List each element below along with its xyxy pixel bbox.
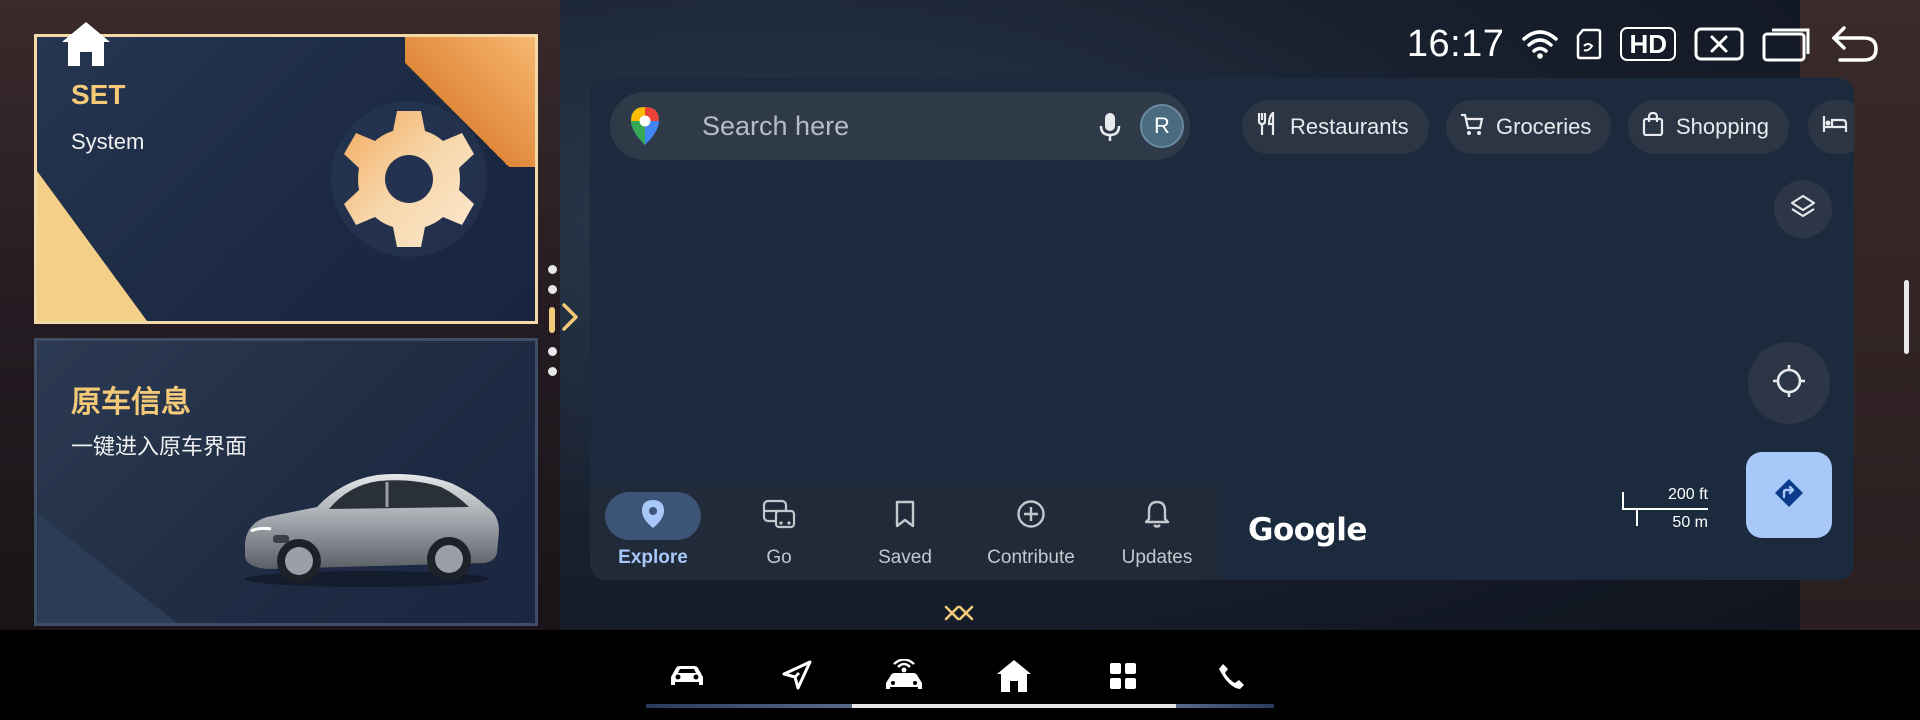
layers-button[interactable] [1774, 180, 1832, 238]
settings-card[interactable]: SET System [34, 34, 538, 324]
scale-line [1622, 508, 1708, 510]
sd-card-icon [1576, 28, 1602, 60]
bell-icon [1144, 499, 1170, 534]
plus-circle-icon [1016, 499, 1046, 534]
wifi-icon [1522, 29, 1559, 59]
home-icon[interactable] [988, 656, 1040, 696]
phone-icon[interactable] [1206, 656, 1258, 696]
google-logo: Google [1248, 512, 1367, 548]
nav-pill [1109, 492, 1205, 540]
map-scale: 200 ft 50 m [1622, 486, 1708, 536]
collapse-icon[interactable] [944, 604, 974, 627]
chip-label: Groceries [1496, 114, 1592, 139]
nav-contribute[interactable]: Contribute [968, 486, 1094, 580]
bed-icon [1822, 114, 1848, 140]
back-icon[interactable] [1830, 24, 1880, 64]
dock-indicator [1176, 704, 1274, 708]
card-title: 原车信息 [71, 386, 191, 419]
dock-indicator [646, 704, 852, 708]
card-subtitle: System [71, 129, 145, 154]
nav-label: Saved [878, 547, 932, 568]
shopping-bag-icon [1642, 111, 1664, 142]
google-maps-pin-icon [630, 106, 660, 151]
search-bar[interactable]: Search here R [610, 92, 1190, 160]
scale-tick [1622, 492, 1624, 510]
dock-active-indicator [852, 704, 1176, 708]
restaurant-icon [1256, 110, 1278, 142]
nav-label: Go [766, 547, 792, 568]
handle-bar [549, 307, 555, 333]
cart-icon [1460, 112, 1484, 142]
panel-resize-handle[interactable] [544, 265, 580, 380]
nav-pill [605, 492, 701, 540]
scale-tick [1636, 508, 1638, 526]
my-location-button[interactable] [1748, 342, 1830, 424]
handle-dot [548, 347, 557, 356]
nav-label: Explore [618, 547, 688, 568]
nav-explore[interactable]: Explore [590, 486, 716, 580]
car-image [237, 461, 507, 591]
nav-pill [731, 492, 827, 540]
home-icon[interactable] [60, 20, 112, 68]
scale-feet: 200 ft [1667, 486, 1708, 503]
status-bar: 16:17 HD [1407, 18, 1880, 70]
microphone-icon[interactable] [1098, 112, 1122, 147]
scroll-indicator[interactable] [1904, 280, 1909, 354]
avatar[interactable]: R [1140, 104, 1184, 148]
clock: 16:17 [1406, 22, 1505, 65]
handle-dot [548, 285, 557, 294]
handle-dot [548, 367, 557, 376]
handle-dot [548, 265, 557, 274]
search-input[interactable]: Search here [702, 111, 849, 142]
car-icon[interactable] [661, 656, 713, 696]
card-title: SET [71, 79, 126, 110]
nav-pill [983, 492, 1079, 540]
car-sensor-icon[interactable] [878, 656, 930, 696]
nav-label: Updates [1121, 547, 1193, 568]
gear-icon [329, 99, 489, 259]
bottom-navigation: Explore Go Saved Contribute Updates [590, 486, 1222, 580]
card-decoration [37, 171, 147, 321]
chip-label: Shopping [1676, 114, 1769, 139]
chip-label: Restaurants [1290, 114, 1409, 139]
transit-icon [762, 499, 796, 534]
nav-saved[interactable]: Saved [842, 486, 968, 580]
bookmark-icon [894, 500, 916, 533]
chip-shopping[interactable]: Shopping [1628, 100, 1789, 154]
navigation-icon[interactable] [770, 656, 822, 696]
crosshair-icon [1771, 363, 1807, 404]
chip-restaurants[interactable]: Restaurants [1242, 100, 1429, 154]
nav-updates[interactable]: Updates [1094, 486, 1220, 580]
chip-groceries[interactable]: Groceries [1446, 100, 1612, 154]
directions-icon [1773, 477, 1805, 514]
layers-icon [1789, 193, 1817, 226]
directions-button[interactable] [1746, 452, 1832, 538]
card-subtitle: 一键进入原车界面 [71, 434, 248, 459]
split-window-icon[interactable] [1762, 26, 1812, 62]
pin-icon [641, 499, 665, 534]
map-panel[interactable]: Search here R Restaurants Groceries Shop… [590, 78, 1854, 580]
scale-meters: 50 m [1672, 514, 1708, 531]
hd-badge: HD [1620, 27, 1676, 61]
close-window-icon[interactable] [1694, 27, 1744, 61]
chevron-right-icon [560, 301, 580, 338]
car-info-card[interactable]: 原车信息 一键进入原车界面 [34, 338, 538, 626]
card-decoration [37, 513, 177, 623]
apps-icon[interactable] [1097, 656, 1149, 696]
nav-label: Contribute [987, 547, 1075, 568]
nav-pill [857, 492, 953, 540]
nav-go[interactable]: Go [716, 486, 842, 580]
dock [0, 630, 1920, 720]
chip-hotels[interactable] [1808, 100, 1854, 154]
